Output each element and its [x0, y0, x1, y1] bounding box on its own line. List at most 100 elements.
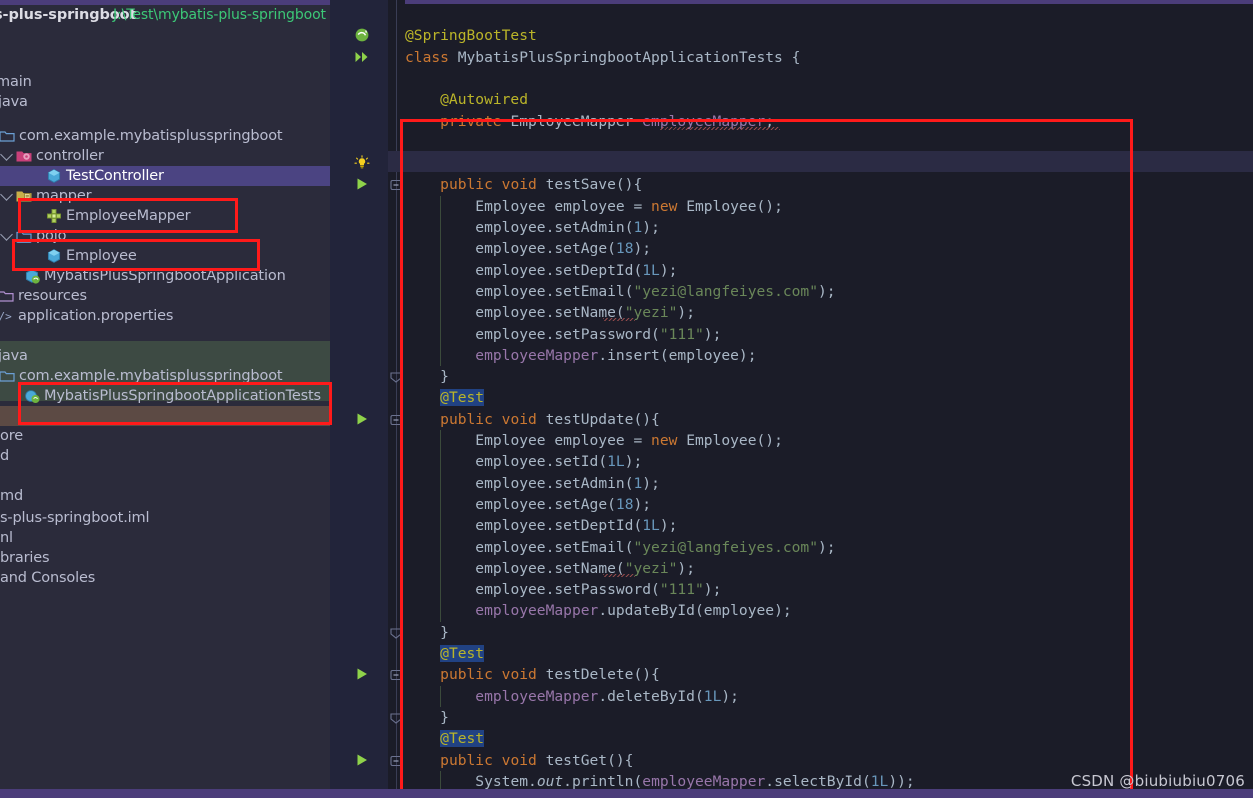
tree-item-resources[interactable]: resources: [0, 286, 330, 306]
fold-gutter[interactable]: [388, 0, 405, 789]
code-line[interactable]: employeeMapper.updateById(employee);: [405, 600, 791, 621]
chevron-down-icon[interactable]: [0, 188, 13, 201]
code-line[interactable]: }: [405, 707, 449, 728]
tree-item-mapper[interactable]: mapper: [0, 186, 330, 206]
code-line[interactable]: }: [405, 622, 449, 643]
code-line[interactable]: public void testGet(){: [405, 750, 633, 771]
code-token: insert: [607, 346, 660, 364]
tree-item-main[interactable]: main: [0, 72, 330, 92]
code-token: 1L: [642, 261, 660, 279]
tree-item-and-consoles[interactable]: and Consoles: [0, 568, 330, 588]
code-line[interactable]: @SpringBootTest: [405, 25, 537, 46]
code-line[interactable]: Employee employee = new Employee();: [405, 196, 783, 217]
tree-item-md[interactable]: md: [0, 486, 330, 506]
code-token: employee: [545, 432, 634, 449]
csdn-watermark: CSDN @biubiubiu0706: [1070, 772, 1245, 790]
tree-item-com-example-mybatisplusspringboot[interactable]: com.example.mybatisplusspringboot: [0, 126, 330, 146]
code-line[interactable]: employee.setAdmin(1);: [405, 473, 660, 494]
fold-toggle-end[interactable]: [389, 369, 403, 383]
fold-toggle-minus[interactable]: [389, 412, 403, 426]
run-icon[interactable]: [354, 666, 370, 682]
code-line[interactable]: employeeMapper.deleteById(1L);: [405, 686, 739, 707]
fold-toggle-end[interactable]: [389, 625, 403, 639]
run-icon[interactable]: [354, 752, 370, 768]
code-line[interactable]: employee.setEmail("yezi@langfeiyes.com")…: [405, 281, 835, 302]
code-token: public void: [440, 751, 546, 769]
code-token: .: [598, 602, 608, 620]
code-token: );: [738, 346, 757, 364]
code-token: Employee: [686, 197, 757, 215]
code-token: employee: [545, 197, 634, 215]
code-line[interactable]: @Test: [405, 387, 485, 408]
code-line[interactable]: employee.setAdmin(1);: [405, 217, 660, 238]
code-line[interactable]: class MybatisPlusSpringbootApplicationTe…: [405, 47, 800, 68]
code-line[interactable]: employee.setName("yezi");: [405, 302, 695, 323]
project-header[interactable]: mybatis-plus-springboot J:\Test\mybatis-…: [0, 5, 330, 27]
code-line[interactable]: System.out.println(employeeMapper.select…: [405, 771, 914, 789]
tree-item-mybatisplusspringbootapplication[interactable]: MybatisPlusSpringbootApplication: [0, 266, 330, 286]
code-token: testGet: [545, 751, 608, 769]
tree-item-com-example-mybatisplusspringboot[interactable]: com.example.mybatisplusspringboot: [0, 366, 330, 386]
folder-file-icon: [16, 188, 32, 204]
tree-item-testcontroller[interactable]: TestController: [0, 166, 330, 186]
tree-item-employeemapper[interactable]: EmployeeMapper: [0, 206, 330, 226]
code-line[interactable]: Employee employee = new Employee();: [405, 430, 783, 451]
code-line[interactable]: @Autowired: [405, 89, 528, 110]
code-line[interactable]: employeeMapper.insert(employee);: [405, 345, 757, 366]
tree-item-label: EmployeeMapper: [66, 208, 191, 224]
spring-icon[interactable]: [354, 27, 370, 43]
code-token: .: [598, 687, 608, 705]
run-all-icon[interactable]: [354, 49, 370, 65]
tree-item-pojo[interactable]: pojo: [0, 226, 330, 246]
code-token: "111": [659, 581, 704, 599]
code-line[interactable]: public void testDelete(){: [405, 664, 660, 685]
code-line[interactable]: @Test: [405, 643, 485, 664]
code-line[interactable]: employee.setAge(18);: [405, 238, 651, 259]
tree-item-nl[interactable]: nl: [0, 528, 330, 548]
code-editor[interactable]: @SpringBootTest class MybatisPlusSpringbo…: [330, 0, 1253, 789]
code-line[interactable]: }: [405, 366, 449, 387]
chevron-down-icon[interactable]: [0, 228, 13, 241]
tree-item-controller[interactable]: controller: [0, 146, 330, 166]
code-token: setEmail: [554, 282, 625, 300]
tree-item-mybatisplusspringbootapplicationtests[interactable]: MybatisPlusSpringbootApplicationTests: [0, 386, 330, 406]
tree-item-java[interactable]: java: [0, 346, 330, 366]
tree-item-label: java: [0, 94, 28, 110]
code-line[interactable]: employee.setName("yezi");: [405, 558, 695, 579]
tree-item-blank[interactable]: [0, 406, 330, 426]
tree-item-label: MybatisPlusSpringbootApplication: [44, 268, 286, 284]
chevron-down-icon[interactable]: [0, 148, 13, 161]
code-line[interactable]: employee.setAge(18);: [405, 494, 651, 515]
tree-item-employee[interactable]: Employee: [0, 246, 330, 266]
tree-item-application-properties[interactable]: /> application.properties: [0, 306, 330, 326]
code-token: (){: [607, 751, 634, 769]
project-tool-window[interactable]: mybatis-plus-springboot J:\Test\mybatis-…: [0, 0, 330, 789]
code-line[interactable]: @Test: [405, 728, 485, 749]
fold-toggle-end[interactable]: [389, 710, 403, 724]
status-bar[interactable]: [0, 789, 1253, 798]
code-line[interactable]: employee.setDeptId(1L);: [405, 260, 677, 281]
run-icon[interactable]: [354, 411, 370, 427]
code-text-area[interactable]: @SpringBootTest class MybatisPlusSpringbo…: [405, 0, 1253, 789]
code-token: setPassword: [554, 581, 652, 599]
code-token: employeeMapper: [475, 346, 599, 364]
code-token: }: [405, 708, 449, 726]
tree-item-braries[interactable]: braries: [0, 548, 330, 568]
code-line[interactable]: public void testUpdate(){: [405, 409, 660, 430]
fold-toggle-minus[interactable]: [389, 667, 403, 681]
code-line[interactable]: public void testSave(){: [405, 174, 642, 195]
editor-gutter[interactable]: [330, 0, 388, 789]
code-line[interactable]: employee.setEmail("yezi@langfeiyes.com")…: [405, 537, 835, 558]
tree-item-d[interactable]: d: [0, 446, 330, 466]
code-line[interactable]: employee.setDeptId(1L);: [405, 515, 677, 536]
tree-item-s-plus-springboot-iml[interactable]: s-plus-springboot.iml: [0, 508, 330, 528]
fold-toggle-minus[interactable]: [389, 177, 403, 191]
run-icon[interactable]: [354, 176, 370, 192]
tree-item-java[interactable]: java: [0, 92, 330, 112]
fold-toggle-minus[interactable]: [389, 753, 403, 767]
svg-text:/>: />: [0, 310, 12, 323]
tree-item-ore[interactable]: ore: [0, 426, 330, 446]
code-line[interactable]: employee.setPassword("111");: [405, 324, 721, 345]
bulb-icon[interactable]: [354, 155, 370, 171]
code-line[interactable]: employee.setPassword("111");: [405, 579, 721, 600]
